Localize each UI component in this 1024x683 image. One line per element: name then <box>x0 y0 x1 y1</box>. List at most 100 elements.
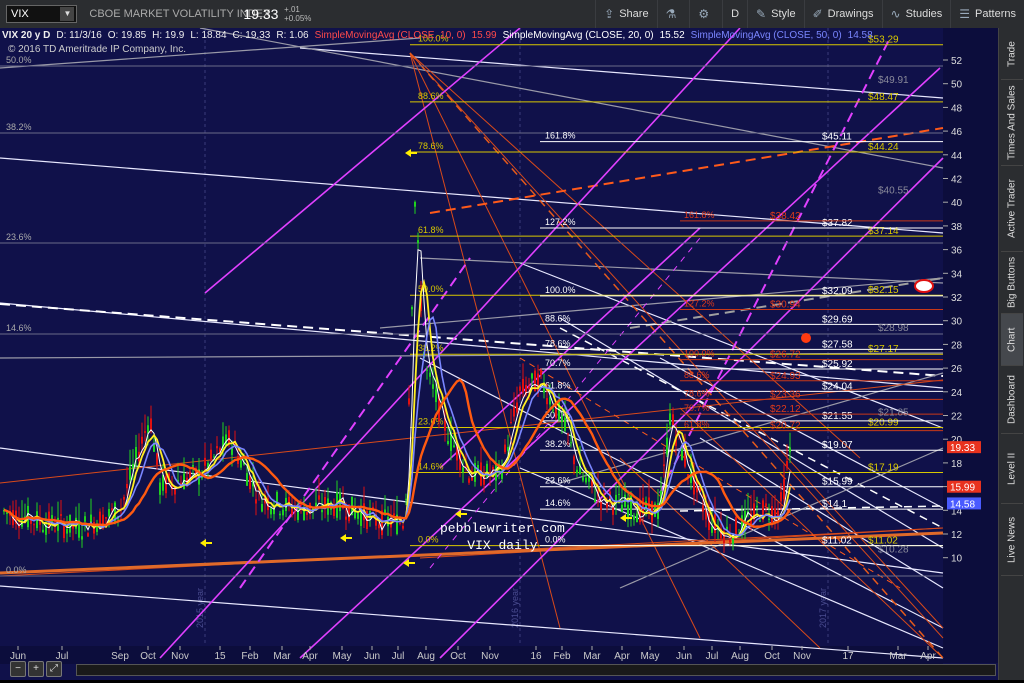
candle-body <box>771 505 773 524</box>
flask-icon: ⚗ <box>665 7 677 21</box>
zoom-in-button[interactable]: + <box>28 661 44 677</box>
drawings-button[interactable]: ✐ Drawings <box>803 0 882 28</box>
price-axis-label: 40 <box>951 198 963 209</box>
copyright-text: © 2016 TD Ameritrade IP Company, Inc. <box>8 44 187 55</box>
patterns-button[interactable]: ☰ Patterns <box>950 0 1024 28</box>
studies-button[interactable]: ∿ Studies <box>881 0 951 28</box>
fib-pct-label: 78.6% <box>545 338 571 348</box>
candle-body <box>282 509 284 516</box>
candle-body <box>510 422 512 424</box>
fib-pct-label: 38.2% <box>545 439 571 449</box>
marker-arrow-icon <box>340 534 346 542</box>
trend-line <box>419 357 944 629</box>
sidebar-tab-level-ii[interactable]: Level II <box>1001 434 1023 504</box>
gray-price-label: $40.55 <box>878 186 909 197</box>
time-axis-label: Apr <box>614 651 630 662</box>
sidebar-tab-trade[interactable]: Trade <box>1001 30 1023 80</box>
fib-price-label: $11.02 <box>822 536 852 547</box>
price-change: +.01 +0.05% <box>284 5 319 23</box>
candle-body <box>756 505 758 508</box>
candle-body <box>255 499 257 504</box>
sma10-label[interactable]: SimpleMovingAvg (CLOSE, 10, 0) <box>315 30 466 42</box>
fib-price-label: $21.55 <box>822 411 853 422</box>
candle-body <box>492 467 494 470</box>
time-scrollbar[interactable] <box>76 664 996 676</box>
sidebar-tab-times-and-sales[interactable]: Times And Sales <box>1001 80 1023 166</box>
zoom-out-button[interactable]: − <box>10 661 26 677</box>
style-button[interactable]: ✎ Style <box>747 0 804 28</box>
candle-body <box>399 522 401 524</box>
time-axis-label: Apr <box>302 651 318 662</box>
date-value: D: 11/3/16 <box>56 30 102 41</box>
candle-body <box>711 526 713 533</box>
candle-body <box>636 513 638 523</box>
fib-price-label: $24.04 <box>822 381 853 392</box>
fib-price-label: $37.82 <box>822 218 853 229</box>
candle-body <box>87 533 89 537</box>
candle-body <box>360 512 362 526</box>
candle-body <box>303 510 305 521</box>
candle-body <box>429 372 431 377</box>
fib-price-label: $17.19 <box>868 462 899 473</box>
price-chart[interactable]: 2015 year 2016 year 2017 year 50.0% 38.2% 23.… <box>0 27 998 680</box>
candle-body <box>261 504 263 512</box>
change-pct: +0.05% <box>284 14 312 23</box>
candle-body <box>213 456 215 458</box>
price-axis-label: 12 <box>951 530 963 541</box>
chevron-down-icon[interactable]: ▼ <box>60 7 75 21</box>
candle-body <box>561 415 563 423</box>
gray-trend-line <box>419 257 944 284</box>
period-button[interactable]: D <box>722 0 747 28</box>
candle-body <box>576 469 578 474</box>
settings-button[interactable]: ⚙ <box>689 0 722 28</box>
candle-body <box>210 449 212 459</box>
time-axis-label: Aug <box>731 651 749 662</box>
candle-body <box>783 478 785 500</box>
watermark: pebblewriter.com VIX daily <box>440 520 565 554</box>
candle-body <box>156 453 158 465</box>
candle-body <box>270 508 272 515</box>
sidebar-tab-live-news[interactable]: Live News <box>1001 504 1023 576</box>
symbol-value: VIX <box>11 8 29 20</box>
sma50-label[interactable]: SimpleMovingAvg (CLOSE, 50, 0) <box>691 30 842 42</box>
fib-pct-label: 70.7% <box>684 403 710 413</box>
sidebar-tab-active-trader[interactable]: Active Trader <box>1001 166 1023 252</box>
fib-price-label: $48.47 <box>868 92 899 103</box>
time-axis-label: Nov <box>481 651 499 662</box>
chart-panel[interactable]: 2015 year 2016 year 2017 year 50.0% 38.2% 23.… <box>0 27 998 680</box>
candle-body <box>522 378 524 393</box>
candle-body <box>447 441 449 445</box>
fib-level-label: 14.6% <box>6 323 32 333</box>
watermark-caption: VIX daily <box>467 538 538 553</box>
candle-body <box>60 514 62 516</box>
fib-price-label: $15.99 <box>822 477 853 488</box>
sidebar-tab-dashboard[interactable]: Dashboard <box>1001 366 1023 434</box>
candle-body <box>246 473 248 486</box>
marker-arrow-icon <box>620 514 626 522</box>
candle-body <box>432 384 434 389</box>
flask-button[interactable]: ⚗ <box>656 0 690 28</box>
share-button[interactable]: ⇪ Share <box>595 0 656 28</box>
sma50-value: 14.58 <box>847 30 873 41</box>
candle-body <box>135 446 137 459</box>
sidebar-tab-chart[interactable]: Chart <box>1001 314 1023 366</box>
studies-icon: ∿ <box>890 7 901 21</box>
fib-price-label: $44.24 <box>868 142 899 153</box>
candle-body <box>408 398 410 405</box>
sidebar-tab-big-buttons[interactable]: Big Buttons <box>1001 252 1023 314</box>
price-axis-label: 44 <box>951 151 963 162</box>
candle-body <box>621 504 623 512</box>
candle-body <box>570 442 572 444</box>
time-axis-label: Oct <box>764 651 780 662</box>
symbol-input[interactable]: VIX ▼ <box>6 5 78 23</box>
candle-body <box>276 491 278 503</box>
gray-price-label: $21.85 <box>878 407 909 418</box>
zoom-fit-button[interactable]: ⤢ <box>46 661 62 677</box>
sma20-value: 15.52 <box>659 30 685 41</box>
share-icon: ⇪ <box>604 7 615 21</box>
time-axis-label: Oct <box>140 651 156 662</box>
sma20-label[interactable]: SimpleMovingAvg (CLOSE, 20, 0) <box>503 30 654 42</box>
fib-pct-label: 14.6% <box>545 498 571 508</box>
fib-pct-label: 161.8% <box>545 131 576 141</box>
price-axis-label: 42 <box>951 175 963 186</box>
